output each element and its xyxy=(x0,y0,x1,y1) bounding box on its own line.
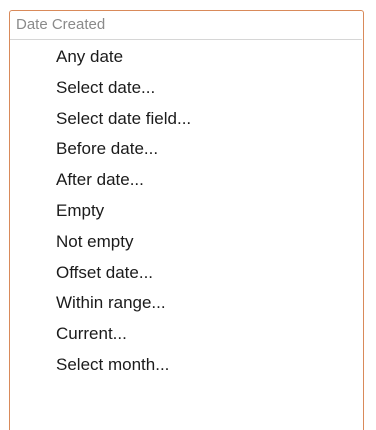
menu-item-current[interactable]: Current... xyxy=(10,319,363,350)
menu-item-select-date-field[interactable]: Select date field... xyxy=(10,104,363,135)
menu-header: Date Created xyxy=(10,11,362,40)
menu-item-select-date[interactable]: Select date... xyxy=(10,73,363,104)
date-created-dropdown-menu: Date Created Any date Select date... Sel… xyxy=(9,10,364,430)
menu-item-within-range[interactable]: Within range... xyxy=(10,288,363,319)
menu-item-not-empty[interactable]: Not empty xyxy=(10,227,363,258)
menu-item-any-date[interactable]: Any date xyxy=(10,42,363,73)
menu-item-empty[interactable]: Empty xyxy=(10,196,363,227)
menu-item-after-date[interactable]: After date... xyxy=(10,165,363,196)
menu-item-before-date[interactable]: Before date... xyxy=(10,134,363,165)
menu-item-select-month[interactable]: Select month... xyxy=(10,350,363,381)
menu-item-offset-date[interactable]: Offset date... xyxy=(10,258,363,289)
menu-options-list: Any date Select date... Select date fiel… xyxy=(10,42,363,381)
